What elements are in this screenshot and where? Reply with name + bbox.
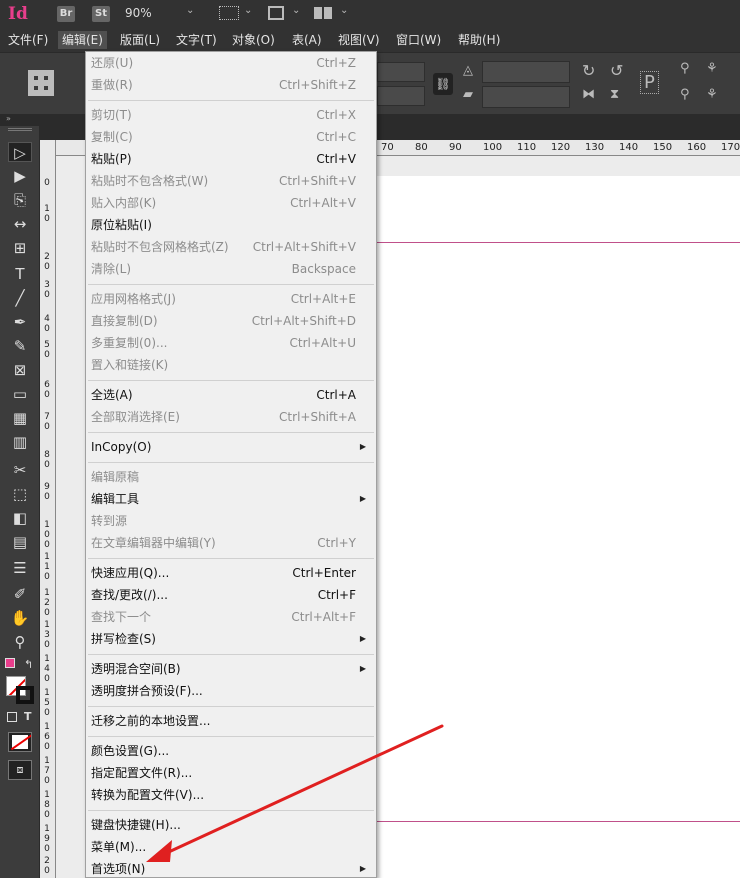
annotation-arrow-icon [146, 724, 444, 862]
